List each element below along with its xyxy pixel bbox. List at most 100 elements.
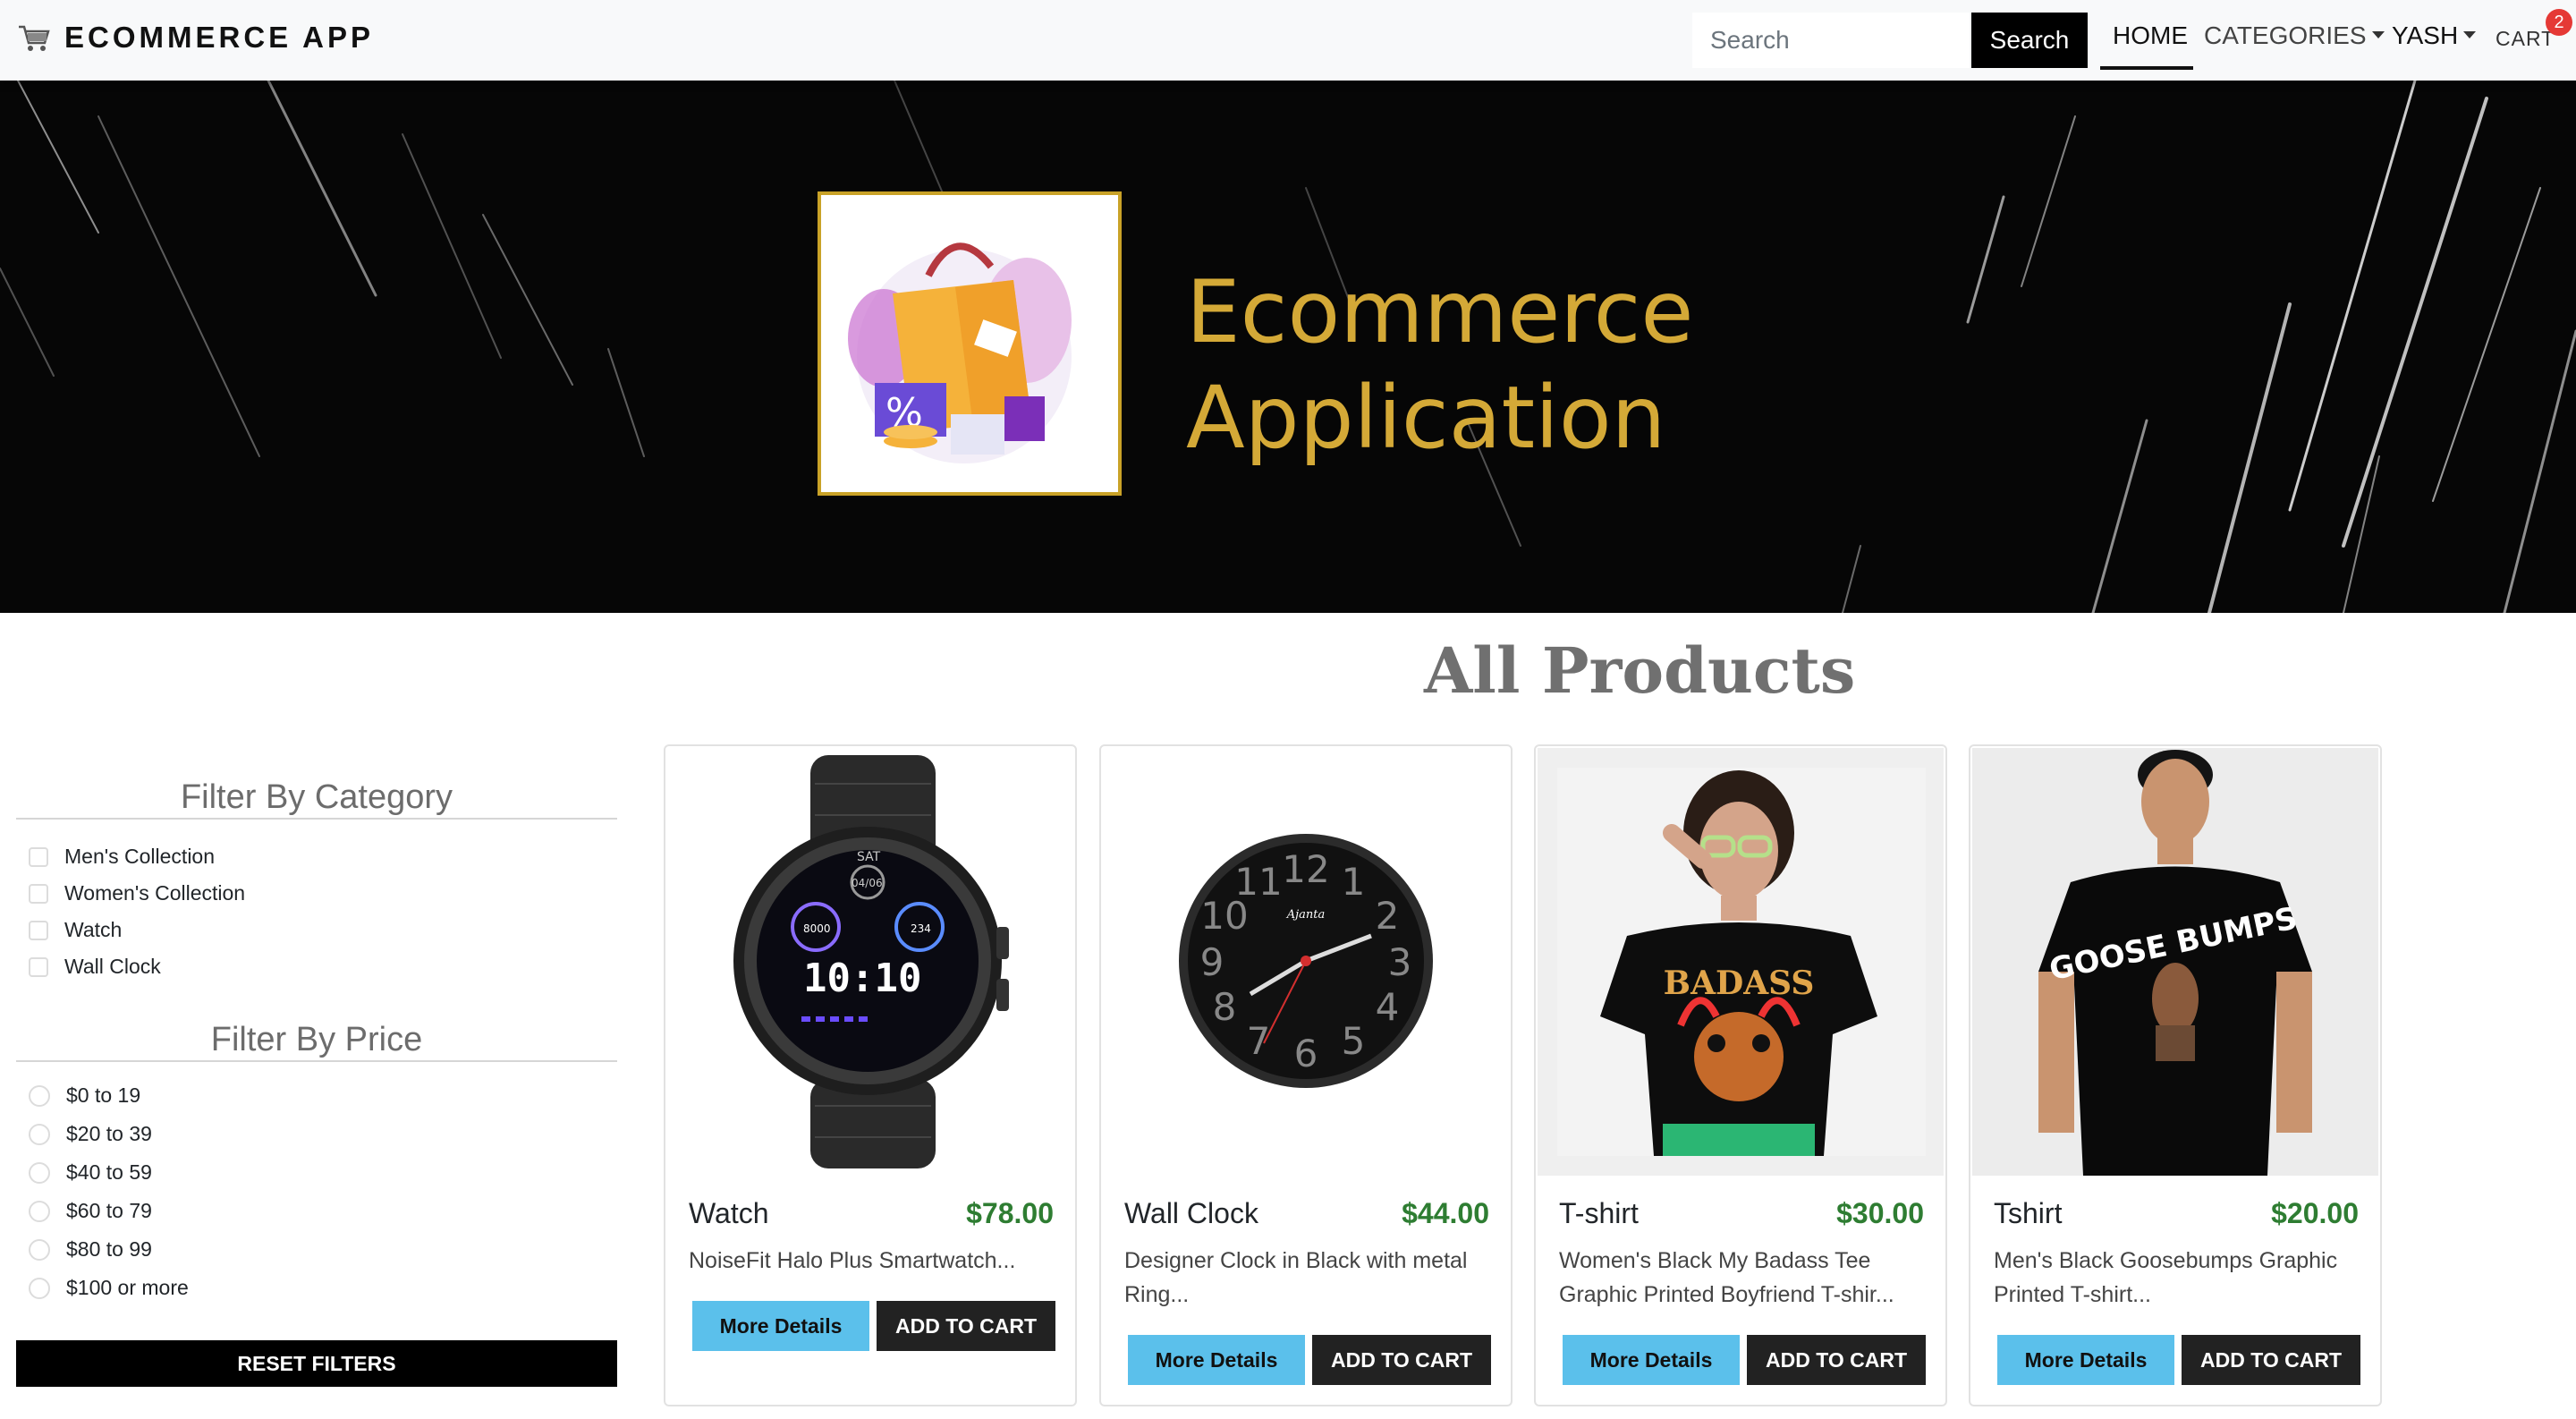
- radio-label: $40 to 59: [66, 1160, 152, 1184]
- more-details-button[interactable]: More Details: [1128, 1335, 1305, 1385]
- radio-label: $80 to 99: [66, 1237, 152, 1261]
- clock-num-9: 9: [1200, 940, 1224, 984]
- product-card-tshirt-women: BADASS T-shirt $30.00 Women's Black My B…: [1534, 744, 1947, 1406]
- nav-cart[interactable]: CART: [2496, 27, 2555, 51]
- checkbox-label: Watch: [64, 918, 123, 941]
- banner-title-line2: Application: [1186, 368, 1666, 468]
- price-radio-60-79[interactable]: $60 to 79: [29, 1199, 152, 1223]
- nav-home[interactable]: HOME: [2113, 21, 2188, 50]
- divider: [16, 1060, 617, 1062]
- add-to-cart-button[interactable]: ADD TO CART: [1312, 1335, 1491, 1385]
- clock-num-3: 3: [1388, 940, 1412, 984]
- watch-steps: 8000: [803, 922, 831, 935]
- active-nav-indicator: [2100, 66, 2193, 70]
- checkbox[interactable]: [29, 956, 48, 977]
- category-checkbox-mens[interactable]: Men's Collection: [29, 845, 215, 869]
- checkbox-label: Women's Collection: [64, 881, 246, 905]
- radio-label: $0 to 19: [66, 1083, 141, 1107]
- category-checkbox-womens[interactable]: Women's Collection: [29, 881, 245, 905]
- clock-num-8: 8: [1213, 985, 1237, 1029]
- checkbox[interactable]: [29, 846, 48, 867]
- watch-date: 04/06: [852, 877, 883, 889]
- product-price: $30.00: [1836, 1197, 1924, 1229]
- price-radio-20-39[interactable]: $20 to 39: [29, 1122, 152, 1146]
- checkbox[interactable]: [29, 883, 48, 904]
- radio-button[interactable]: [29, 1277, 50, 1299]
- clock-num-1: 1: [1342, 860, 1366, 904]
- product-name: Watch: [689, 1197, 769, 1229]
- radio-button[interactable]: [29, 1200, 50, 1222]
- checkbox-label: Men's Collection: [64, 845, 216, 868]
- nav-user-label: YASH: [2392, 21, 2459, 49]
- clock-num-7: 7: [1247, 1019, 1271, 1063]
- chevron-down-icon: [2463, 30, 2477, 38]
- shopping-bag-icon: %: [848, 242, 1072, 463]
- hero-banner: % Ecommerce Application: [0, 81, 2576, 613]
- product-image-watch: SAT 04/06 8000 234 10:10: [667, 748, 1073, 1176]
- radio-button[interactable]: [29, 1161, 50, 1184]
- checkbox-label: Wall Clock: [64, 955, 161, 978]
- product-image-tshirt-men: GOOSE BUMPS: [1972, 748, 2378, 1176]
- price-radio-40-59[interactable]: $40 to 59: [29, 1160, 152, 1185]
- watch-hr: 234: [911, 922, 931, 935]
- watch-day: SAT: [857, 850, 881, 864]
- clock-brand: Ajanta: [1286, 908, 1326, 922]
- product-description: NoiseFit Halo Plus Smartwatch...: [689, 1248, 1016, 1273]
- search-button[interactable]: Search: [1971, 13, 2088, 68]
- more-details-button[interactable]: More Details: [1563, 1335, 1740, 1385]
- nav-categories-label: CATEGORIES: [2204, 21, 2367, 49]
- watch-image: SAT 04/06 8000 234 10:10: [733, 755, 1009, 1168]
- brand-title[interactable]: ECOMMERCE APP: [64, 21, 374, 55]
- add-to-cart-button[interactable]: ADD TO CART: [1747, 1335, 1926, 1385]
- product-name: Wall Clock: [1124, 1197, 1258, 1229]
- radio-label: $20 to 39: [66, 1122, 152, 1145]
- nav-categories-dropdown[interactable]: CATEGORIES: [2204, 21, 2385, 50]
- radio-button[interactable]: [29, 1084, 50, 1107]
- product-price: $20.00: [2271, 1197, 2359, 1229]
- product-card-watch: SAT 04/06 8000 234 10:10 Watch $78.00 No…: [664, 744, 1077, 1406]
- tshirt-women-image: BADASS: [1557, 768, 1926, 1156]
- banner-title: Ecommerce Application: [1186, 259, 1693, 471]
- product-image-wall-clock: 12 1 2 3 4 5 6 7 8 9 10 11 Ajanta: [1103, 748, 1509, 1176]
- add-to-cart-button[interactable]: ADD TO CART: [877, 1301, 1055, 1351]
- product-description: Women's Black My Badass Tee Graphic Prin…: [1559, 1248, 1894, 1307]
- product-name: T-shirt: [1559, 1197, 1639, 1229]
- clock-num-12: 12: [1282, 847, 1329, 891]
- category-checkbox-watch[interactable]: Watch: [29, 918, 122, 942]
- shopping-cart-icon: [19, 25, 50, 51]
- more-details-button[interactable]: More Details: [1997, 1335, 2174, 1385]
- navbar: ECOMMERCE APP Search HOME CATEGORIES YAS…: [0, 0, 2576, 81]
- brand[interactable]: ECOMMERCE APP: [16, 20, 374, 55]
- radio-button[interactable]: [29, 1238, 50, 1261]
- add-to-cart-button[interactable]: ADD TO CART: [2182, 1335, 2360, 1385]
- product-image-tshirt-women: BADASS: [1538, 748, 1944, 1176]
- price-filter-title: Filter By Price: [210, 1021, 423, 1058]
- radio-label: $100 or more: [66, 1276, 189, 1299]
- clock-num-2: 2: [1376, 894, 1400, 938]
- reset-filters-button[interactable]: RESET FILTERS: [16, 1340, 617, 1387]
- search-input[interactable]: [1692, 13, 1970, 68]
- product-name: Tshirt: [1994, 1197, 2063, 1229]
- divider: [16, 818, 617, 820]
- nav-user-dropdown[interactable]: YASH: [2392, 21, 2477, 50]
- tshirt-women-print: BADASS: [1664, 964, 1815, 1002]
- price-radio-80-99[interactable]: $80 to 99: [29, 1237, 152, 1262]
- checkbox[interactable]: [29, 920, 48, 940]
- category-checkbox-wall-clock[interactable]: Wall Clock: [29, 955, 161, 979]
- watch-time: 10:10: [803, 956, 921, 1001]
- cart-count-badge: 2: [2546, 9, 2572, 36]
- clock-num-4: 4: [1376, 985, 1400, 1029]
- price-radio-0-19[interactable]: $0 to 19: [29, 1083, 140, 1108]
- radio-button[interactable]: [29, 1123, 50, 1145]
- more-details-button[interactable]: More Details: [692, 1301, 869, 1351]
- product-card-tshirt-men: GOOSE BUMPS Tshirt $20.00 Men's Black Go…: [1969, 744, 2382, 1406]
- product-description: Designer Clock in Black with metal Ring.…: [1124, 1248, 1468, 1307]
- page-title: All Products: [1424, 633, 1856, 708]
- clock-num-5: 5: [1342, 1019, 1366, 1063]
- product-card-wall-clock: 12 1 2 3 4 5 6 7 8 9 10 11 Ajanta Wall C…: [1099, 744, 1513, 1406]
- product-price: $78.00: [966, 1197, 1054, 1229]
- banner-title-line1: Ecommerce: [1186, 262, 1694, 362]
- product-description: Men's Black Goosebumps Graphic Printed T…: [1994, 1248, 2338, 1307]
- price-radio-100-plus[interactable]: $100 or more: [29, 1276, 189, 1300]
- category-filter-title: Filter By Category: [180, 778, 453, 816]
